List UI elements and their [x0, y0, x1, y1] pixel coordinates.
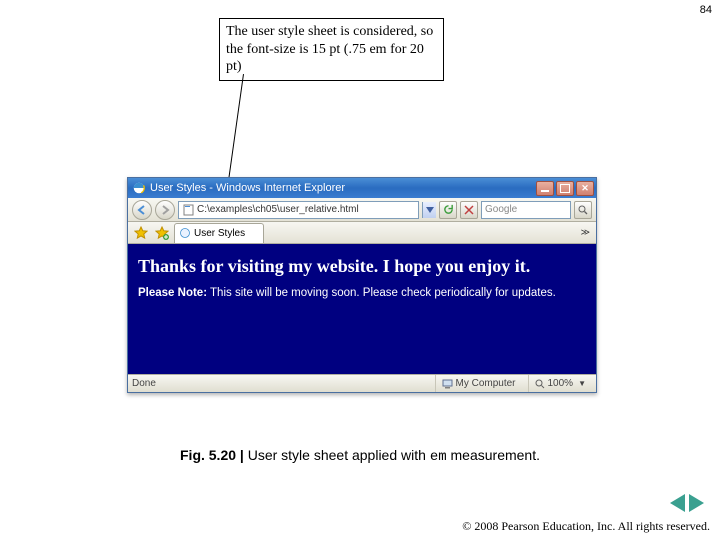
status-bar: Done My Computer 100% ▼ — [128, 374, 596, 392]
titlebar: User Styles - Windows Internet Explorer … — [128, 178, 596, 198]
note-text: This site will be moving soon. Please ch… — [207, 287, 556, 299]
ie-tab-icon — [179, 227, 191, 239]
next-slide-button[interactable] — [689, 494, 704, 512]
zoom-value: 100% — [548, 378, 574, 389]
navigation-bar: C:\examples\ch05\user_relative.html Goog… — [128, 198, 596, 222]
slide-nav — [670, 494, 704, 512]
tab-row: User Styles ≫ — [128, 222, 596, 244]
headline: Thanks for visiting my website. I hope y… — [138, 256, 586, 277]
status-left: Done — [132, 378, 156, 389]
search-provider: Google — [485, 204, 517, 215]
search-go-button[interactable] — [574, 201, 592, 219]
callout-box: The user style sheet is considered, so t… — [219, 18, 444, 81]
caption-part2: measurement. — [447, 447, 540, 463]
stop-button[interactable] — [460, 201, 478, 219]
prev-slide-button[interactable] — [670, 494, 685, 512]
favorites-star-icon[interactable] — [132, 224, 150, 242]
caption-part1: User style sheet applied with — [244, 447, 430, 463]
figure-label: Fig. 5.20 | — [180, 447, 244, 463]
forward-button[interactable] — [155, 200, 175, 220]
add-favorites-icon[interactable] — [153, 224, 171, 242]
close-button[interactable]: ✕ — [576, 181, 594, 196]
refresh-button[interactable] — [439, 201, 457, 219]
address-dropdown[interactable] — [422, 202, 436, 218]
security-zone: My Computer — [435, 375, 521, 392]
zoom-control[interactable]: 100% ▼ — [528, 375, 593, 392]
figure-caption: Fig. 5.20 | User style sheet applied wit… — [0, 447, 720, 465]
zoom-dropdown-icon: ▼ — [578, 379, 586, 388]
computer-icon — [442, 379, 452, 389]
tab-label: User Styles — [194, 228, 245, 239]
address-text: C:\examples\ch05\user_relative.html — [197, 204, 359, 215]
overflow-chevron-icon[interactable]: ≫ — [581, 227, 590, 238]
search-box[interactable]: Google — [481, 201, 571, 219]
copyright-footer: © 2008 Pearson Education, Inc. All right… — [462, 519, 710, 534]
window-title: User Styles - Windows Internet Explorer — [150, 182, 345, 194]
address-bar[interactable]: C:\examples\ch05\user_relative.html — [178, 201, 419, 219]
caption-code: em — [430, 449, 447, 465]
maximize-button[interactable] — [556, 181, 574, 196]
page-number: 84 — [700, 4, 712, 16]
body-text: Please Note: This site will be moving so… — [138, 285, 586, 301]
page-content: Thanks for visiting my website. I hope y… — [128, 244, 596, 374]
minimize-button[interactable] — [536, 181, 554, 196]
zoom-icon — [535, 379, 545, 389]
zone-label: My Computer — [455, 378, 515, 389]
back-button[interactable] — [132, 200, 152, 220]
ie-logo-icon — [132, 181, 146, 195]
tab-user-styles[interactable]: User Styles — [174, 223, 264, 243]
browser-window: User Styles - Windows Internet Explorer … — [127, 177, 597, 393]
file-icon — [182, 204, 194, 216]
note-label: Please Note: — [138, 287, 207, 299]
